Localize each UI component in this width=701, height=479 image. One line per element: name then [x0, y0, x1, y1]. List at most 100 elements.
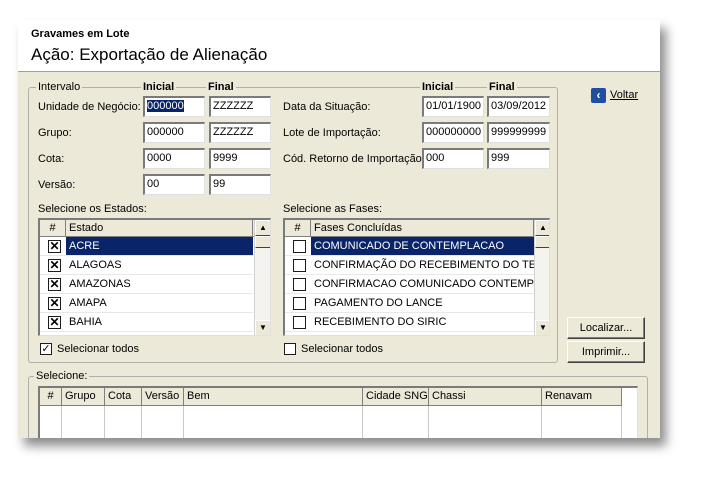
imprimir-button[interactable]: Imprimir... [567, 341, 645, 363]
fase-row-1[interactable]: COMUNICADO DE CONTEMPLACAO [285, 237, 534, 256]
back-arrow-icon[interactable]: ‹ [591, 88, 606, 103]
grid-col-cota[interactable]: Cota [105, 388, 142, 406]
fases-select-all-label[interactable]: Selecionar todos [301, 343, 383, 355]
grid-col-cidade-sng[interactable]: Cidade SNG [363, 388, 429, 406]
cod-retorno-final-input[interactable]: 999 [487, 148, 550, 169]
cod-retorno-inicial-value: 000 [426, 152, 445, 164]
fase-row-2[interactable]: CONFIRMAÇÃO DO RECEBIMENTO DO TELEG [285, 256, 534, 275]
fase-checkbox-5[interactable] [293, 316, 306, 329]
estado-checkbox-bahia[interactable]: ✕ [48, 316, 61, 329]
fases-list[interactable]: # Fases Concluídas COMUNICADO DE CONTEMP… [283, 218, 550, 336]
estado-row-alagoas[interactable]: ✕ ALAGOAS [40, 256, 253, 275]
grid-col-versao[interactable]: Versão [142, 388, 184, 406]
grid-col-bem[interactable]: Bem [184, 388, 363, 406]
fase-checkbox-3[interactable] [293, 278, 306, 291]
data-situacao-inicial-input[interactable]: 01/01/1900 [422, 96, 484, 117]
cod-retorno-inicial-input[interactable]: 000 [422, 148, 484, 169]
estado-row-amazonas[interactable]: ✕ AMAZONAS [40, 275, 253, 294]
fase-checkbox-2[interactable] [293, 259, 306, 272]
estados-scrollbar[interactable]: ▲ ▼ [254, 220, 270, 335]
estado-checkbox-acre[interactable]: ✕ [48, 240, 61, 253]
cota-label: Cota: [38, 153, 65, 165]
estados-scroll-thumb[interactable] [255, 236, 270, 248]
cota-final-input[interactable]: 9999 [209, 148, 271, 169]
fases-label: Selecione as Fases: [283, 203, 383, 215]
versao-inicial-input[interactable]: 00 [143, 174, 205, 195]
voltar-link[interactable]: Voltar [610, 89, 638, 101]
estado-checkbox-amazonas[interactable]: ✕ [48, 278, 61, 291]
grupo-inicial-value: 000000 [147, 126, 184, 138]
unidade-final-input[interactable]: ZZZZZZ [209, 96, 271, 117]
unidade-label: Unidade de Negócio: [38, 101, 141, 113]
fase-row-5[interactable]: RECEBIMENTO DO SIRIC [285, 313, 534, 332]
col-final-right: Final [487, 81, 517, 93]
fases-col-name: Fases Concluídas [311, 220, 534, 237]
estado-name-bahia: BAHIA [69, 316, 103, 328]
estados-scroll-down-icon[interactable]: ▼ [255, 320, 270, 335]
versao-inicial-value: 00 [147, 178, 160, 190]
lote-final-value: 999999999 [491, 126, 547, 138]
data-situacao-final-value: 03/09/2012 [491, 100, 547, 112]
estado-name-acre: ACRE [66, 237, 253, 255]
fase-name-2: CONFIRMAÇÃO DO RECEBIMENTO DO TELEG [314, 259, 534, 271]
grupo-label: Grupo: [38, 127, 72, 139]
fase-row-3[interactable]: CONFIRMACAO COMUNICADO CONTEMPLAC [285, 275, 534, 294]
lote-final-input[interactable]: 999999999 [487, 122, 550, 143]
fase-name-3: CONFIRMACAO COMUNICADO CONTEMPLAC [314, 278, 534, 290]
fase-checkbox-1[interactable] [293, 240, 306, 253]
localizar-button[interactable]: Localizar... [567, 317, 645, 339]
fase-row-4[interactable]: PAGAMENTO DO LANCE [285, 294, 534, 313]
fases-select-all-checkbox[interactable] [284, 343, 296, 355]
grid-col-renavam[interactable]: Renavam [542, 388, 622, 406]
unidade-inicial-input[interactable]: 000000 [143, 96, 205, 117]
data-situacao-label: Data da Situação: [283, 101, 371, 113]
fases-scroll-up-icon[interactable]: ▲ [535, 220, 549, 236]
estados-select-all-label[interactable]: Selecionar todos [57, 343, 139, 355]
selecione-legend: Selecione: [34, 370, 90, 382]
data-situacao-final-input[interactable]: 03/09/2012 [487, 96, 550, 117]
cota-inicial-input[interactable]: 0000 [143, 148, 205, 169]
cota-inicial-value: 0000 [147, 152, 172, 164]
grid-divider [104, 406, 105, 438]
lote-importacao-label: Lote de Importação: [283, 127, 381, 139]
fase-name-5: RECEBIMENTO DO SIRIC [314, 316, 447, 328]
grid-divider [621, 406, 622, 438]
fases-scroll-down-icon[interactable]: ▼ [535, 320, 549, 335]
grupo-final-input[interactable]: ZZZZZZ [209, 122, 271, 143]
grid-col-chassi[interactable]: Chassi [429, 388, 542, 406]
grupo-inicial-input[interactable]: 000000 [143, 122, 205, 143]
unidade-inicial-value: 000000 [147, 100, 184, 112]
window-subtitle: Gravames em Lote [31, 28, 130, 40]
fases-col-hash: # [285, 220, 311, 237]
estados-col-estado: Estado [66, 220, 253, 237]
estado-row-amapa[interactable]: ✕ AMAPA [40, 294, 253, 313]
grid-divider [428, 406, 429, 438]
fases-scroll-thumb[interactable] [535, 236, 549, 248]
estados-list[interactable]: # Estado ✕ ACRE ✕ ALAGOAS ✕ AMAZONAS ✕ A… [38, 218, 271, 336]
fases-scrollbar[interactable]: ▲ ▼ [534, 220, 549, 335]
estado-checkbox-amapa[interactable]: ✕ [48, 297, 61, 310]
grid-divider [362, 406, 363, 438]
estados-scroll-up-icon[interactable]: ▲ [255, 220, 270, 236]
fase-checkbox-4[interactable] [293, 297, 306, 310]
data-situacao-inicial-value: 01/01/1900 [426, 100, 482, 112]
grid-col-hash[interactable]: # [40, 388, 62, 406]
cod-retorno-label: Cód. Retorno de Importação: [283, 153, 425, 165]
estado-name-amapa: AMAPA [69, 297, 107, 309]
fase-name-1: COMUNICADO DE CONTEMPLACAO [311, 237, 534, 255]
grid-col-grupo[interactable]: Grupo [62, 388, 105, 406]
col-inicial-left: Inicial [141, 81, 177, 93]
versao-final-input[interactable]: 99 [209, 174, 271, 195]
lote-inicial-input[interactable]: 000000000 [422, 122, 484, 143]
versao-final-value: 99 [213, 178, 226, 190]
estado-row-bahia[interactable]: ✕ BAHIA [40, 313, 253, 332]
header: Gravames em Lote Ação: Exportação de Ali… [18, 20, 660, 72]
estado-checkbox-alagoas[interactable]: ✕ [48, 259, 61, 272]
estados-label: Selecione os Estados: [38, 203, 147, 215]
estado-row-acre[interactable]: ✕ ACRE [40, 237, 253, 256]
main-window: Gravames em Lote Ação: Exportação de Ali… [18, 20, 660, 438]
grid-divider [541, 406, 542, 438]
lote-inicial-value: 000000000 [426, 126, 482, 138]
results-grid[interactable]: # Grupo Cota Versão Bem Cidade SNG Chass… [38, 386, 638, 438]
estados-select-all-checkbox[interactable]: ✓ [40, 343, 52, 355]
